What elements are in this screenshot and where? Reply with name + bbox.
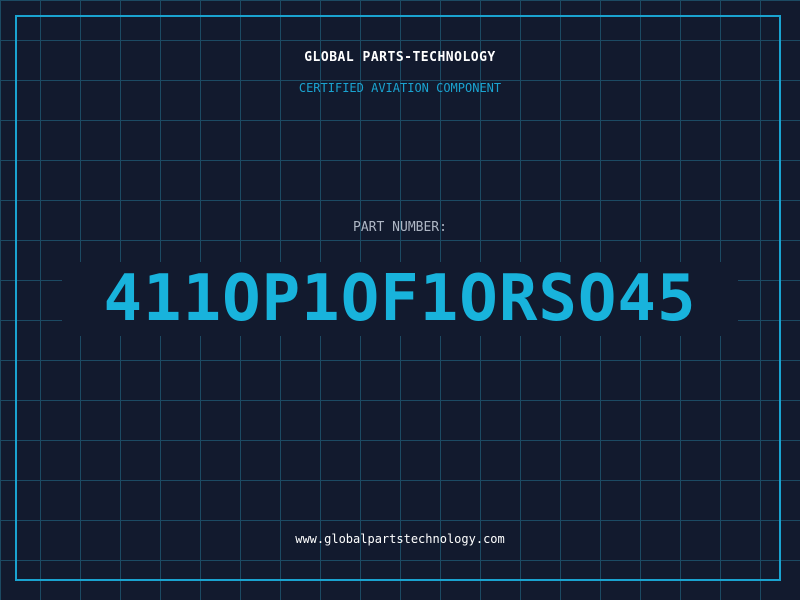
company-name: GLOBAL PARTS-TECHNOLOGY — [304, 50, 496, 65]
part-number-value: 411OP1OF1ORSO45 — [103, 262, 697, 336]
certification-text: CERTIFIED AVIATION COMPONENT — [298, 81, 502, 95]
website-url[interactable]: www.globalpartstechnology.com — [0, 530, 800, 548]
part-number-label: PART NUMBER: — [353, 220, 447, 235]
